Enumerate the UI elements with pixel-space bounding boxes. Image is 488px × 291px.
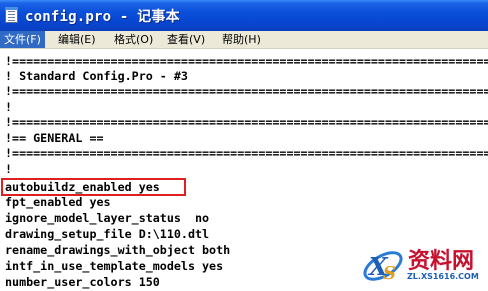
annotation-highlight-box [1,178,186,196]
editor-line: ! Standard Config.Pro - #3 [5,69,188,83]
editor-line: !=======================================… [5,115,488,129]
editor-line: intf_in_use_template_models yes [5,259,224,273]
menu-edit[interactable]: 编辑(E) [54,31,100,48]
editor-line: !=======================================… [5,84,488,98]
notepad-icon[interactable] [5,7,18,23]
editor-line: rename_drawings_with_object both [5,243,231,257]
menu-help[interactable]: 帮助(H) [218,31,265,48]
editor-line: !=======================================… [5,146,488,160]
title-bar[interactable]: config.pro - 记事本 [0,0,488,31]
menu-bar: 文件(F) 编辑(E) 格式(O) 查看(V) 帮助(H) [0,31,488,49]
editor-line: !=======================================… [5,54,488,68]
xs-logo-icon: X S [363,251,403,284]
editor-line: ! [5,100,13,114]
watermark: X S 资料网 ZL.XS1616.COM [360,241,485,289]
editor-line: !== GENERAL == [5,131,104,145]
menu-format[interactable]: 格式(O) [110,31,157,48]
editor-line: number_user_colors 150 [5,275,160,289]
watermark-url: ZL.XS1616.COM [407,272,479,281]
editor-line: fpt_enabled yes [5,195,111,209]
menu-view[interactable]: 查看(V) [163,31,209,48]
window-title: config.pro - 记事本 [25,9,180,25]
editor-line: ignore_model_layer_status no [5,211,210,225]
editor-line: drawing_setup_file D:\110.dtl [5,227,210,241]
editor-line: ! [5,162,13,176]
svg-text:S: S [383,263,396,284]
watermark-text: 资料网 [408,249,475,274]
menu-file[interactable]: 文件(F) [0,31,45,48]
